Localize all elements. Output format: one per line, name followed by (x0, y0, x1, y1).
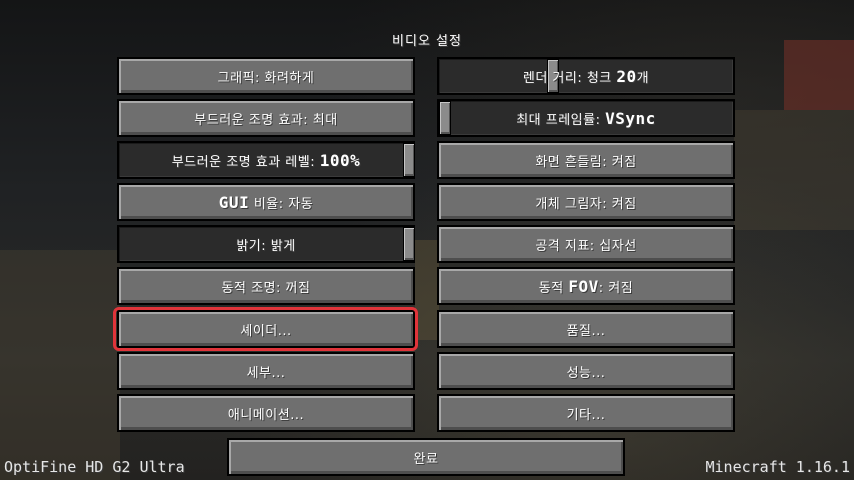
details-label: 세부... (246, 365, 286, 381)
performance-button[interactable]: 성능... (437, 352, 735, 390)
performance-label: 성능... (566, 365, 606, 381)
smooth-lighting-button[interactable]: 부드러운 조명 효과: 최대 (117, 99, 415, 137)
background-dirt (415, 240, 439, 340)
optifine-version: OptiFine HD G2 Ultra (4, 458, 185, 476)
graphics-label: 그래픽: 화려하게 (217, 70, 315, 86)
dynamic-fov-label: 동적 FOV: 켜짐 (538, 276, 634, 296)
background-block (734, 110, 854, 230)
quality-button[interactable]: 품질... (437, 310, 735, 348)
graphics-button[interactable]: 그래픽: 화려하게 (117, 57, 415, 95)
quality-label: 품질... (566, 323, 606, 339)
background-block-red (784, 40, 854, 110)
slider-handle[interactable] (403, 143, 415, 177)
attack-indicator-label: 공격 지표: 십자선 (535, 238, 637, 254)
other-button[interactable]: 기타... (437, 394, 735, 432)
dynamic-lights-label: 동적 조명: 꺼짐 (221, 280, 311, 296)
details-button[interactable]: 세부... (117, 352, 415, 390)
screen-title: 비디오 설정 (392, 34, 462, 49)
dynamic-fov-button[interactable]: 동적 FOV: 켜짐 (437, 267, 735, 305)
shaders-button[interactable]: 셰이더... (117, 310, 415, 348)
attack-indicator-button[interactable]: 공격 지표: 십자선 (437, 225, 735, 263)
view-bobbing-label: 화면 흔들림: 켜짐 (535, 154, 637, 170)
done-button[interactable]: 완료 (227, 438, 625, 476)
brightness-label: 밝기: 밝게 (236, 238, 296, 254)
gui-scale-label: GUI 비율: 자동 (218, 192, 314, 212)
slider-handle[interactable] (439, 101, 451, 135)
view-bobbing-button[interactable]: 화면 흔들림: 켜짐 (437, 141, 735, 179)
other-label: 기타... (566, 407, 606, 423)
shaders-label: 셰이더... (240, 323, 292, 339)
done-label: 완료 (413, 451, 439, 467)
dynamic-lights-button[interactable]: 동적 조명: 꺼짐 (117, 267, 415, 305)
smooth-lighting-label: 부드러운 조명 효과: 최대 (194, 112, 338, 128)
slider-handle[interactable] (403, 227, 415, 261)
max-framerate-slider[interactable]: 최대 프레임률: VSync (437, 99, 735, 137)
entity-shadows-label: 개체 그림자: 켜짐 (535, 196, 637, 212)
gui-scale-button[interactable]: GUI 비율: 자동 (117, 183, 415, 221)
animations-label: 애니메이션... (227, 407, 305, 423)
smooth-lighting-level-label: 부드러운 조명 효과 레벨: 100% (171, 150, 361, 170)
smooth-lighting-level-slider[interactable]: 부드러운 조명 효과 레벨: 100% (117, 141, 415, 179)
entity-shadows-button[interactable]: 개체 그림자: 켜짐 (437, 183, 735, 221)
minecraft-version: Minecraft 1.16.1 (705, 458, 851, 476)
animations-button[interactable]: 애니메이션... (117, 394, 415, 432)
brightness-slider[interactable]: 밝기: 밝게 (117, 225, 415, 263)
render-distance-slider[interactable]: 렌더 거리: 청크 20개 (437, 57, 735, 95)
background-ground (0, 250, 120, 480)
render-distance-label: 렌더 거리: 청크 20개 (522, 66, 650, 86)
max-framerate-label: 최대 프레임률: VSync (516, 108, 656, 128)
